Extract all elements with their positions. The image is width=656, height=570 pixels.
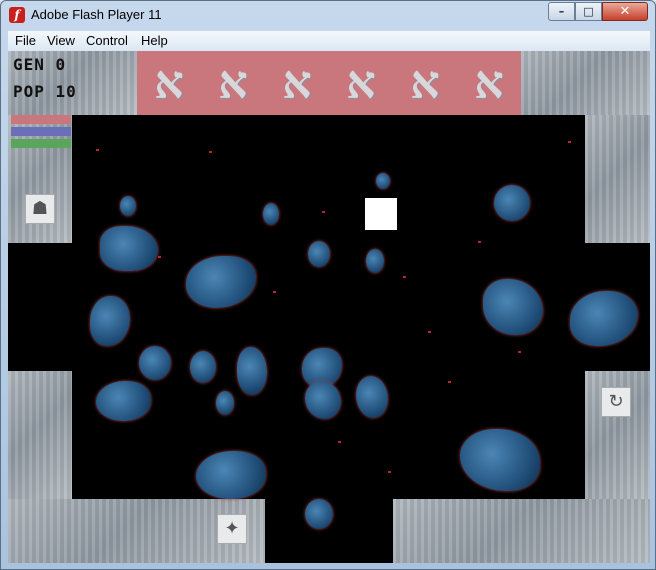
organism-blob: [570, 291, 638, 346]
organism-blob: [237, 347, 267, 395]
game-stage[interactable]: GEN 0 POP 10 א א א א א א ☗ ✦ ↻: [8, 51, 650, 563]
speck: [158, 256, 161, 258]
speck: [322, 211, 325, 213]
rock-icon: ☗: [31, 198, 49, 219]
organism-blob: [100, 226, 158, 271]
minimize-icon: –: [558, 5, 565, 18]
menu-help[interactable]: Help: [141, 33, 168, 48]
stone-left-lower: [8, 371, 72, 499]
shuriken-icon: ✦: [224, 518, 240, 539]
speck: [478, 241, 481, 243]
title-banner: א א א א א א: [137, 51, 521, 115]
speck: [568, 141, 571, 143]
shuriken-tool-button[interactable]: ✦: [217, 514, 247, 544]
organism-blob: [90, 296, 130, 346]
speck: [209, 151, 212, 153]
rotate-tool-button[interactable]: ↻: [601, 387, 631, 417]
organism-blob: [308, 241, 330, 267]
population-counter: POP 10: [13, 82, 77, 101]
generation-counter: GEN 0: [13, 55, 67, 74]
organism-blob: [139, 346, 171, 380]
color-bar-red[interactable]: [11, 115, 71, 124]
stone-right-upper: [585, 115, 650, 243]
banner-glyph: א: [474, 55, 504, 109]
speck: [448, 381, 451, 383]
organism-blob: [186, 256, 256, 308]
organism-blob: [120, 196, 136, 216]
speck: [338, 441, 341, 443]
speck: [96, 149, 99, 151]
organism-blob: [356, 376, 388, 418]
flash-icon: f: [9, 7, 25, 23]
organism-blob: [376, 173, 390, 189]
title-bar[interactable]: f Adobe Flash Player 11 – □ ✕: [1, 1, 655, 31]
color-bar-blue[interactable]: [11, 127, 71, 136]
banner-glyph: א: [282, 55, 312, 109]
menu-file[interactable]: File: [15, 33, 36, 48]
menu-view[interactable]: View: [47, 33, 75, 48]
banner-glyph: א: [218, 55, 248, 109]
menu-control[interactable]: Control: [86, 33, 128, 48]
banner-glyph: א: [154, 55, 184, 109]
close-icon: ✕: [619, 4, 631, 19]
maximize-button[interactable]: □: [575, 2, 602, 21]
organism-blob: [96, 381, 151, 421]
stone-top-right: [521, 51, 650, 115]
minimize-button[interactable]: –: [548, 2, 575, 21]
organism-blob: [263, 203, 279, 225]
speck: [273, 291, 276, 293]
window-title: Adobe Flash Player 11: [31, 7, 162, 22]
close-button[interactable]: ✕: [602, 2, 648, 21]
speck: [403, 276, 406, 278]
maximize-icon: □: [583, 5, 594, 18]
speck: [518, 351, 521, 353]
menu-bar: File View Control Help: [8, 31, 650, 51]
speck: [428, 331, 431, 333]
rotate-icon: ↻: [608, 391, 624, 412]
organism-blob: [305, 499, 333, 529]
stone-bottom-right: [393, 499, 650, 563]
organism-blob: [460, 429, 540, 491]
selected-cell[interactable]: [365, 198, 397, 230]
organism-blob: [190, 351, 216, 383]
app-window: f Adobe Flash Player 11 – □ ✕ File View …: [0, 0, 656, 570]
organism-blob: [196, 451, 266, 499]
organism-blob: [305, 381, 341, 419]
banner-glyph: א: [410, 55, 440, 109]
organism-blob: [216, 391, 234, 415]
banner-glyph: א: [346, 55, 376, 109]
organism-blob: [366, 249, 384, 273]
speck: [388, 471, 391, 473]
rock-tool-button[interactable]: ☗: [25, 194, 55, 224]
color-bar-green[interactable]: [11, 139, 71, 148]
organism-blob: [483, 279, 543, 335]
organism-blob: [494, 185, 530, 221]
